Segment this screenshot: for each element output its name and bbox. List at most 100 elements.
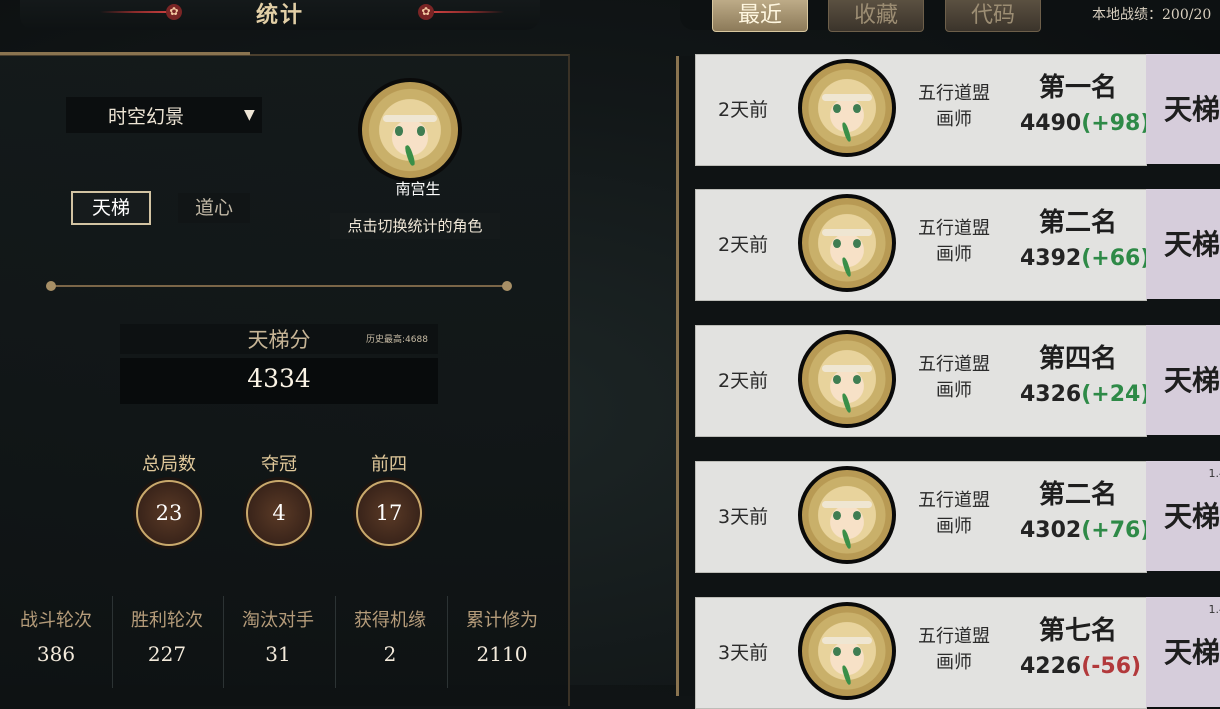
mode-dropdown-value: 时空幻景 (108, 102, 184, 129)
faction-subtitle: 画师 (912, 107, 996, 133)
match-rank: 第二名 (1026, 202, 1130, 239)
match-card[interactable]: 3天前五行道盟画师第七名4226(-56) (695, 597, 1147, 709)
match-faction: 五行道盟画师 (912, 624, 996, 676)
match-mode-label: 天梯 (1164, 631, 1220, 671)
match-version: 1.4 (1209, 467, 1220, 480)
stat-cultivation: 累计修为 2110 (447, 596, 556, 688)
faction-name: 五行道盟 (912, 81, 996, 107)
faction-name: 五行道盟 (912, 624, 996, 650)
avatar (358, 78, 462, 182)
character-name: 南宫生 (358, 178, 478, 199)
match-rank: 第七名 (1026, 610, 1130, 647)
match-score-value: 4326 (1020, 382, 1081, 407)
match-mode-label: 天梯 (1164, 495, 1220, 535)
faction-subtitle: 画师 (912, 242, 996, 268)
match-score-delta: (+76) (1081, 518, 1150, 543)
page-title: 统计 (256, 0, 304, 29)
match-time: 2天前 (718, 366, 768, 393)
avatar (798, 59, 896, 157)
stat-value: 386 (2, 642, 110, 666)
header-ornament-left: ✿ (100, 4, 190, 20)
avatar (798, 194, 896, 292)
tab-favorites[interactable]: 收藏 (828, 0, 924, 32)
flower-icon: ✿ (418, 4, 434, 20)
avatar (798, 466, 896, 564)
match-rank: 第二名 (1026, 474, 1130, 511)
match-faction: 五行道盟画师 (912, 216, 996, 268)
match-mode: 1.4 天梯 (1146, 461, 1220, 571)
ladder-history-high: 历史最高:4688 (366, 332, 428, 345)
match-mode: 天梯 (1146, 189, 1220, 299)
match-card[interactable]: 2天前五行道盟画师第二名4392(+66) (695, 189, 1147, 301)
divider (50, 285, 508, 287)
match-avatar (798, 194, 896, 292)
match-score-value: 4226 (1020, 654, 1081, 679)
stat-label: 战斗轮次 (2, 606, 110, 632)
chevron-down-icon: ▼ (244, 107, 255, 123)
stat-label: 获得机缘 (336, 606, 444, 632)
stat-value: 2 (336, 642, 444, 666)
match-card[interactable]: 3天前 五行道盟画师 第二名 4302(+76) (695, 461, 1147, 573)
stat-opportunities: 获得机缘 2 (335, 596, 444, 688)
faction-name: 五行道盟 (912, 488, 996, 514)
stat-label: 淘汰对手 (224, 606, 332, 632)
match-faction: 五行道盟画师 (912, 352, 996, 404)
match-card[interactable]: 2天前五行道盟画师第一名4490(+98) (695, 54, 1147, 166)
match-score-delta: (+24) (1081, 382, 1150, 407)
match-faction: 五行道盟画师 (912, 81, 996, 133)
flower-icon: ✿ (166, 4, 182, 20)
stat-label: 胜利轮次 (113, 606, 221, 632)
match-mode-label: 天梯 (1164, 359, 1220, 399)
match-avatar (798, 466, 896, 564)
match-mode: 天梯 (1146, 54, 1220, 164)
match-score-delta: (+98) (1081, 111, 1150, 136)
faction-subtitle: 画师 (912, 378, 996, 404)
match-score-delta: (-56) (1081, 654, 1141, 679)
top-four-value: 17 (356, 480, 422, 546)
stat-value: 2110 (448, 642, 556, 666)
match-score-value: 4392 (1020, 246, 1081, 271)
match-avatar (798, 330, 896, 428)
avatar (798, 330, 896, 428)
match-score: 4490(+98) (1020, 111, 1136, 136)
faction-subtitle: 画师 (912, 514, 996, 540)
match-mode-label: 天梯 (1164, 223, 1220, 263)
match-time: 2天前 (718, 95, 768, 122)
stat-win-rounds: 胜利轮次 227 (112, 596, 221, 688)
match-time: 2天前 (718, 230, 768, 257)
stats-header: ✿ 统计 ✿ (20, 0, 540, 30)
match-mode: 1.4 天梯 (1146, 597, 1220, 707)
tab-recent[interactable]: 最近 (712, 0, 808, 32)
match-version: 1.4 (1209, 603, 1220, 616)
total-games-value: 23 (136, 480, 202, 546)
stat-label: 累计修为 (448, 606, 556, 632)
match-score: 4302(+76) (1020, 518, 1136, 543)
switch-character-hint: 点击切换统计的角色 (330, 213, 500, 239)
match-score: 4392(+66) (1020, 246, 1136, 271)
stat-battle-rounds: 战斗轮次 386 (2, 596, 110, 688)
subtab-ladder[interactable]: 天梯 (71, 191, 151, 225)
local-record: 本地战绩：200/20 (1092, 4, 1211, 24)
match-time: 3天前 (718, 502, 768, 529)
match-avatar (798, 59, 896, 157)
match-score: 4326(+24) (1020, 382, 1136, 407)
match-mode-label: 天梯 (1164, 88, 1220, 128)
character-avatar-button[interactable] (358, 78, 468, 188)
match-score-delta: (+66) (1081, 246, 1150, 271)
ladder-score-value: 4334 (120, 364, 438, 393)
match-card[interactable]: 2天前五行道盟画师第四名4326(+24) (695, 325, 1147, 437)
stat-eliminations: 淘汰对手 31 (223, 596, 332, 688)
match-mode: 天梯 (1146, 325, 1220, 435)
top-four-label: 前四 (344, 450, 434, 476)
panel-border-accent (0, 52, 250, 55)
match-rank: 第一名 (1026, 67, 1130, 104)
faction-name: 五行道盟 (912, 216, 996, 242)
wins-label: 夺冠 (234, 450, 324, 476)
mode-dropdown[interactable]: 时空幻景 ▼ (66, 97, 262, 133)
stat-value: 31 (224, 642, 332, 666)
header-ornament-right: ✿ (412, 4, 502, 20)
wins-value: 4 (246, 480, 312, 546)
match-avatar (798, 602, 896, 700)
tab-code[interactable]: 代码 (945, 0, 1041, 32)
subtab-daoxin[interactable]: 道心 (178, 193, 250, 223)
